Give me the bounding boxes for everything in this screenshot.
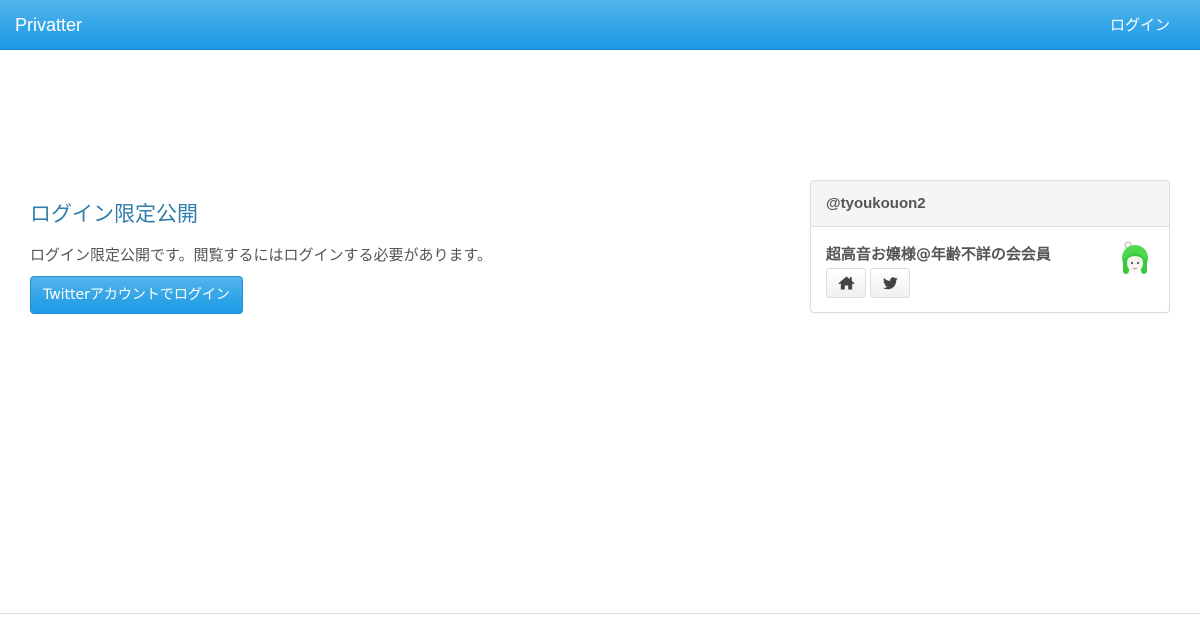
twitter-icon [882,276,898,289]
profile-panel: @tyoukouon2 超高音お嬢様@年齢不詳の会会員 [810,180,1170,313]
login-required-message: ログイン限定公開です。閲覧するにはログインする必要があります。 [30,246,493,264]
profile-handle: @tyoukouon2 [811,181,1169,227]
profile-link-buttons [826,268,1154,298]
page-title: ログイン限定公開 [30,202,198,226]
twitter-login-button[interactable]: Twitterアカウントでログイン [30,276,243,314]
footer-divider [0,613,1200,614]
profile-body: 超高音お嬢様@年齢不詳の会会員 [811,227,1169,298]
nav-login-link[interactable]: ログイン [1110,15,1170,35]
home-button[interactable] [826,268,866,298]
brand-link[interactable]: Privatter [15,14,82,36]
twitter-profile-button[interactable] [870,268,910,298]
avatar [1122,241,1148,274]
home-icon [838,276,854,290]
main-content: ログイン限定公開 ログイン限定公開です。閲覧するにはログインする必要があります。… [30,198,770,314]
navbar: Privatter ログイン [0,0,1200,50]
profile-display-name: 超高音お嬢様@年齢不詳の会会員 [826,245,1052,263]
